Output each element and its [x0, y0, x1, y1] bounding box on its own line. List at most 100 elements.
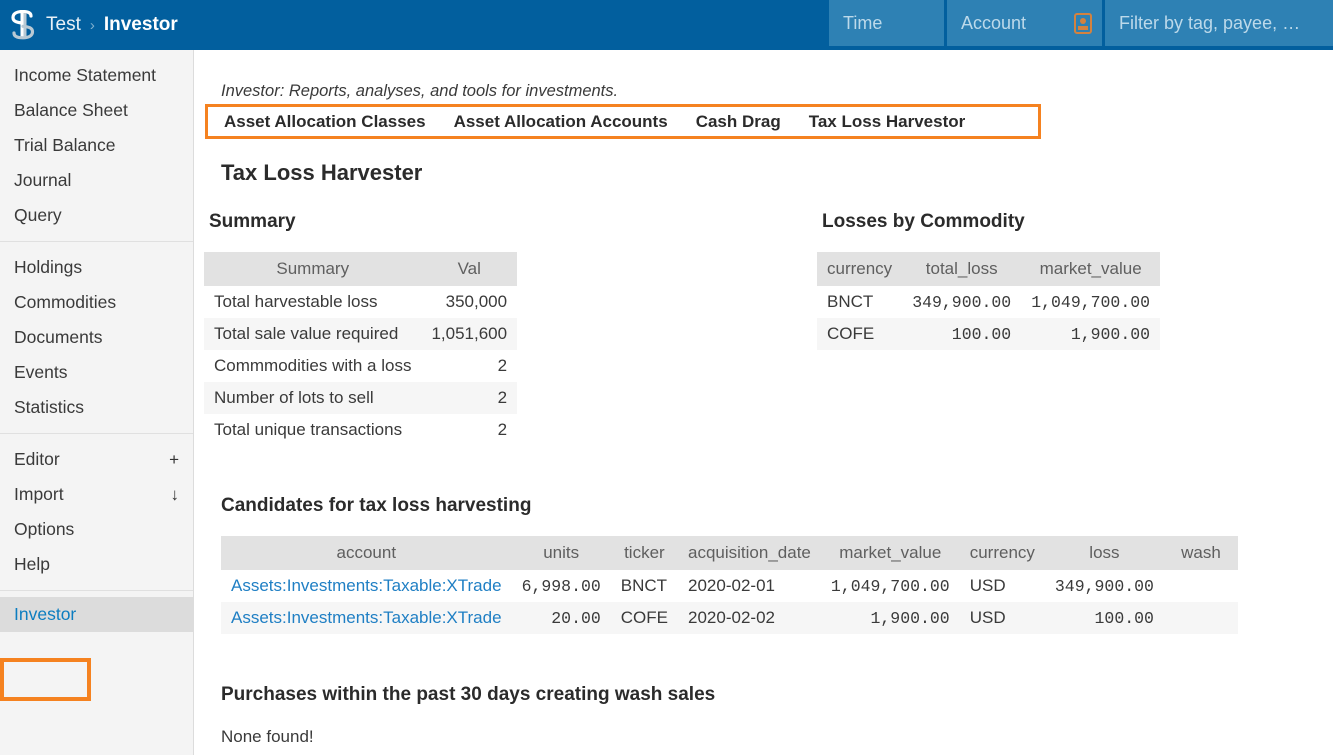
sidebar-group-data: Holdings Commodities Documents Events St… — [0, 242, 193, 433]
extension-subtitle: Investor: Reports, analyses, and tools f… — [221, 82, 619, 100]
time-filter-placeholder: Time — [843, 12, 883, 33]
sidebar-item-import[interactable]: Import ↓ — [0, 477, 193, 512]
sidebar-item-label: Documents — [14, 327, 103, 347]
investor-highlight-box — [0, 658, 91, 701]
summary-value: 1,051,600 — [431, 324, 508, 343]
sidebar-item-statistics[interactable]: Statistics — [0, 390, 193, 425]
table-row: Commmodities with a loss 2 — [204, 350, 518, 382]
summary-value: 350,000 — [445, 292, 508, 311]
sidebar-item-label: Options — [14, 519, 75, 539]
summary-heading: Summary — [209, 211, 296, 232]
sidebar-item-label: Editor — [14, 449, 60, 469]
sidebar-item-documents[interactable]: Documents — [0, 320, 193, 355]
account-filter-placeholder: Account — [961, 12, 1027, 33]
summary-label: Total unique transactions — [214, 420, 403, 439]
sidebar-item-query[interactable]: Query — [0, 198, 193, 233]
cell-ticker: BNCT — [620, 576, 668, 595]
extension-tabbar: Asset Allocation Classes Asset Allocatio… — [205, 104, 1041, 139]
table-header-row: currency total_loss market_value — [817, 252, 1161, 286]
summary-label: Total harvestable loss — [214, 292, 378, 311]
cell-currency: USD — [969, 608, 1006, 627]
table-row: Number of lots to sell 2 — [204, 382, 518, 414]
time-filter-input[interactable]: Time — [829, 0, 944, 46]
tag-payee-filter-input[interactable]: Filter by tag, payee, … — [1105, 0, 1333, 46]
cell-market-value: 1,049,700.00 — [830, 576, 950, 596]
cell-acquisition-date: 2020-02-01 — [688, 576, 775, 595]
account-card-icon — [1074, 13, 1092, 34]
sidebar-group-extensions: Investor — [0, 591, 193, 640]
cell-units: 6,998.00 — [521, 576, 601, 596]
sidebar-item-help[interactable]: Help — [0, 547, 193, 582]
col-total-loss: total_loss — [902, 252, 1022, 286]
sidebar-item-journal[interactable]: Journal — [0, 163, 193, 198]
cell-account-link[interactable]: Assets:Investments:Taxable:XTrade — [221, 602, 512, 634]
cell-ticker: COFE — [620, 608, 669, 627]
sidebar-item-investor[interactable]: Investor — [0, 597, 193, 632]
col-market-value: market_value — [820, 536, 960, 570]
breadcrumb-current: Investor — [103, 14, 178, 35]
cell-loss: 349,900.00 — [1054, 576, 1154, 596]
losses-heading: Losses by Commodity — [822, 211, 1025, 232]
table-row: Total unique transactions 2 — [204, 414, 518, 446]
col-currency: currency — [817, 252, 903, 286]
sidebar-item-options[interactable]: Options — [0, 512, 193, 547]
sidebar-item-commodities[interactable]: Commodities — [0, 285, 193, 320]
tag-payee-filter-placeholder: Filter by tag, payee, … — [1119, 12, 1301, 33]
col-summary: Summary — [204, 252, 422, 286]
col-market-value: market_value — [1021, 252, 1161, 286]
table-header-row: account units ticker acquisition_date ma… — [221, 536, 1238, 570]
summary-value: 2 — [497, 388, 508, 407]
sidebar-item-trial-balance[interactable]: Trial Balance — [0, 128, 193, 163]
tab-asset-allocation-classes[interactable]: Asset Allocation Classes — [208, 112, 440, 132]
cell-market-value: 1,900.00 — [1070, 324, 1151, 344]
account-filter-input[interactable]: Account — [947, 0, 1102, 46]
sidebar-item-label: Income Statement — [14, 65, 157, 85]
table-row: BNCT 349,900.00 1,049,700.00 — [817, 286, 1161, 318]
table-row: Assets:Investments:Taxable:XTrade 6,998.… — [221, 570, 1238, 602]
col-account: account — [221, 536, 512, 570]
cell-currency: USD — [969, 576, 1006, 595]
breadcrumb: Test › Investor — [46, 14, 178, 36]
add-entry-icon[interactable]: + — [169, 450, 179, 470]
cell-acquisition-date: 2020-02-02 — [688, 608, 775, 627]
table-row: Assets:Investments:Taxable:XTrade 20.00 … — [221, 602, 1238, 634]
summary-value: 2 — [497, 420, 508, 439]
col-acquisition-date: acquisition_date — [678, 536, 821, 570]
tab-tax-loss-harvestor[interactable]: Tax Loss Harvestor — [795, 112, 980, 132]
col-units: units — [511, 536, 611, 570]
sidebar-item-label: Query — [14, 205, 62, 225]
sidebar: Income Statement Balance Sheet Trial Bal… — [0, 50, 194, 755]
col-currency: currency — [959, 536, 1045, 570]
tab-asset-allocation-accounts[interactable]: Asset Allocation Accounts — [440, 112, 682, 132]
top-header-bar: Test › Investor Time Account Filter by t… — [0, 0, 1333, 50]
main-content: Investor: Reports, analyses, and tools f… — [195, 50, 1333, 755]
summary-label: Commmodities with a loss — [214, 356, 412, 375]
download-arrow-icon[interactable]: ↓ — [171, 485, 180, 505]
sidebar-item-events[interactable]: Events — [0, 355, 193, 390]
sidebar-item-income-statement[interactable]: Income Statement — [0, 58, 193, 93]
sidebar-item-holdings[interactable]: Holdings — [0, 250, 193, 285]
sidebar-item-editor[interactable]: Editor + — [0, 442, 193, 477]
tab-cash-drag[interactable]: Cash Drag — [682, 112, 795, 132]
breadcrumb-root[interactable]: Test — [46, 14, 81, 36]
cell-currency: COFE — [827, 324, 875, 343]
fava-dollar-ledger-icon — [11, 10, 35, 40]
sidebar-item-balance-sheet[interactable]: Balance Sheet — [0, 93, 193, 128]
page-title: Tax Loss Harvester — [221, 160, 423, 185]
table-row: Total harvestable loss 350,000 — [204, 286, 518, 318]
app-logo[interactable] — [0, 0, 46, 50]
header-filter-group: Time Account Filter by tag, payee, … — [826, 0, 1333, 50]
sidebar-item-label: Help — [14, 554, 50, 574]
table-header-row: Summary Val — [204, 252, 518, 286]
cell-total-loss: 100.00 — [951, 324, 1012, 344]
sidebar-item-label: Events — [14, 362, 68, 382]
cell-account-link[interactable]: Assets:Investments:Taxable:XTrade — [221, 570, 512, 602]
sidebar-item-label: Commodities — [14, 292, 117, 312]
sidebar-group-tools: Editor + Import ↓ Options Help — [0, 434, 193, 590]
col-loss: loss — [1044, 536, 1164, 570]
summary-table: Summary Val Total harvestable loss 350,0… — [204, 252, 518, 446]
col-ticker: ticker — [610, 536, 679, 570]
sidebar-item-label: Statistics — [14, 397, 85, 417]
cell-currency: BNCT — [827, 292, 874, 311]
cell-wash — [1164, 602, 1238, 634]
